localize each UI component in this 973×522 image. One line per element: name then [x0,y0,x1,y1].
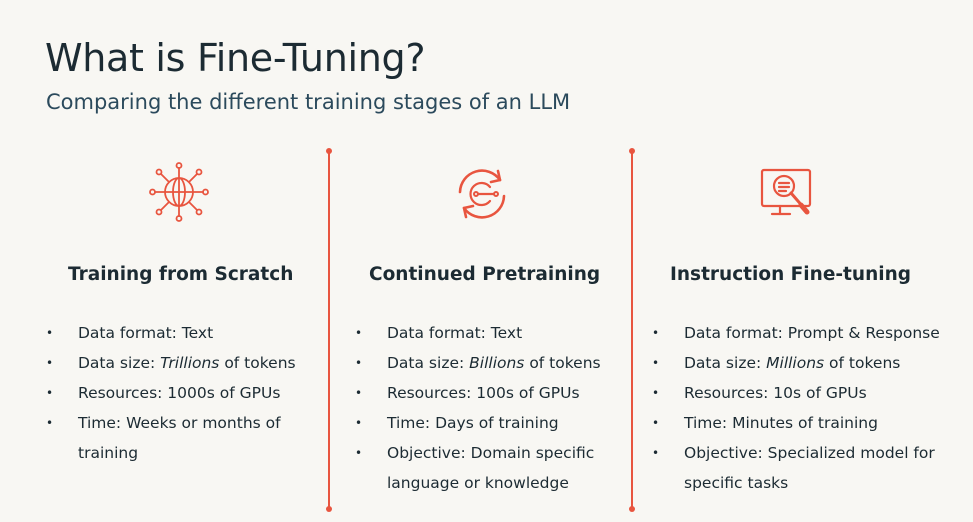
list-item: Objective: Specialized model forspecific… [652,438,940,498]
page-title: What is Fine-Tuning? [45,36,426,80]
list-item: Data size: Trillions of tokens [46,348,296,378]
refresh-cycle-icon [450,162,514,226]
list-item: Data format: Prompt & Response [652,318,940,348]
list-item: Data size: Billions of tokens [355,348,601,378]
list-item: Time: Days of training [355,408,601,438]
page-subtitle: Comparing the different training stages … [46,90,571,114]
column-divider [629,148,634,512]
globe-network-icon [147,160,211,224]
column-heading: Continued Pretraining [369,264,601,285]
list-item: Data format: Text [355,318,601,348]
column-divider [326,148,331,512]
list-item: Data size: Millions of tokens [652,348,940,378]
column-list: Data format: Text Data size: Billions of… [355,318,601,498]
list-item: Time: Weeks or months oftraining [46,408,296,468]
list-item: Resources: 10s of GPUs [652,378,940,408]
column-heading: Training from Scratch [68,264,294,285]
column-heading: Instruction Fine-tuning [670,264,911,285]
column-list: Data format: Prompt & Response Data size… [652,318,940,498]
monitor-search-icon [756,162,820,226]
column-list: Data format: Text Data size: Trillions o… [46,318,296,468]
list-item: Resources: 1000s of GPUs [46,378,296,408]
list-item: Objective: Domain specificlanguage or kn… [355,438,601,498]
list-item: Time: Minutes of training [652,408,940,438]
list-item: Resources: 100s of GPUs [355,378,601,408]
list-item: Data format: Text [46,318,296,348]
